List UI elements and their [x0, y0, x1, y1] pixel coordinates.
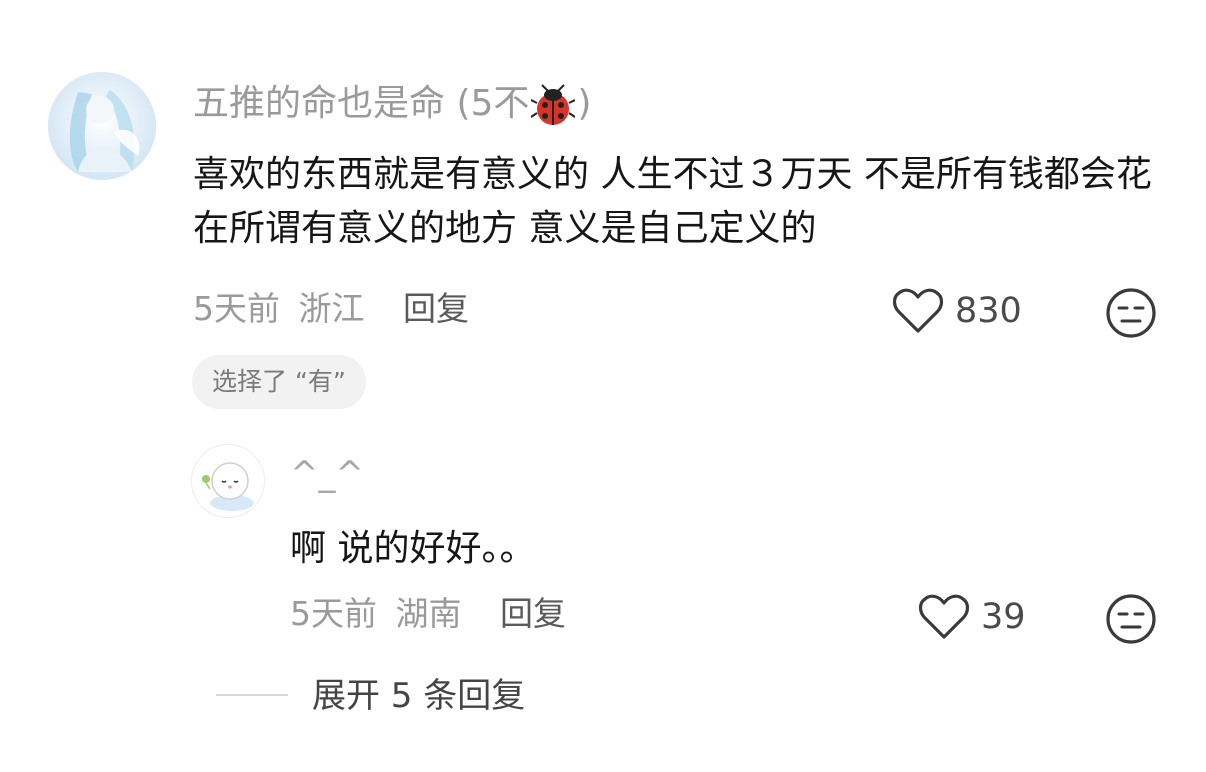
username-text: 五推的命也是命 (5不: [193, 83, 530, 124]
neutral-face-icon: [1105, 593, 1157, 645]
expand-divider: [216, 694, 288, 696]
comment-username[interactable]: 五推的命也是命 (5不 ): [193, 80, 591, 128]
dislike-button[interactable]: [1105, 287, 1157, 339]
heart-icon: [892, 288, 944, 334]
expand-replies-button[interactable]: 展开 5 条回复: [312, 674, 525, 718]
comment-location: 浙江: [298, 289, 365, 328]
vote-tag: 选择了 “有”: [192, 355, 366, 409]
heart-icon: [918, 594, 970, 640]
reply-meta: 5天前 湖南 回复: [290, 592, 566, 636]
reply-like-button[interactable]: [918, 594, 970, 640]
reply-time: 5天前: [290, 594, 377, 633]
reply-like-count: 39: [981, 597, 1026, 637]
reply-text: 啊 说的好好。。: [290, 528, 536, 569]
like-count: 830: [955, 291, 1022, 331]
reply-dislike-button[interactable]: [1105, 593, 1157, 645]
reply-avatar[interactable]: [191, 444, 265, 518]
comment-text: 喜欢的东西就是有意义的 人生不过３万天 不是所有钱都会花在所谓有意义的地方 意义…: [193, 154, 1152, 249]
username-suffix: ): [577, 83, 592, 124]
like-button[interactable]: [892, 288, 944, 334]
ladybug-icon: [531, 83, 576, 127]
reply-button[interactable]: 回复: [403, 289, 469, 328]
comment-meta: 5天前 浙江 回复: [193, 287, 469, 331]
neutral-face-icon: [1105, 287, 1157, 339]
avatar[interactable]: [48, 72, 156, 180]
reply-username[interactable]: ^_^: [290, 452, 364, 496]
reply-location: 湖南: [395, 594, 462, 633]
comment-time: 5天前: [193, 289, 280, 328]
reply-reply-button[interactable]: 回复: [500, 594, 566, 633]
